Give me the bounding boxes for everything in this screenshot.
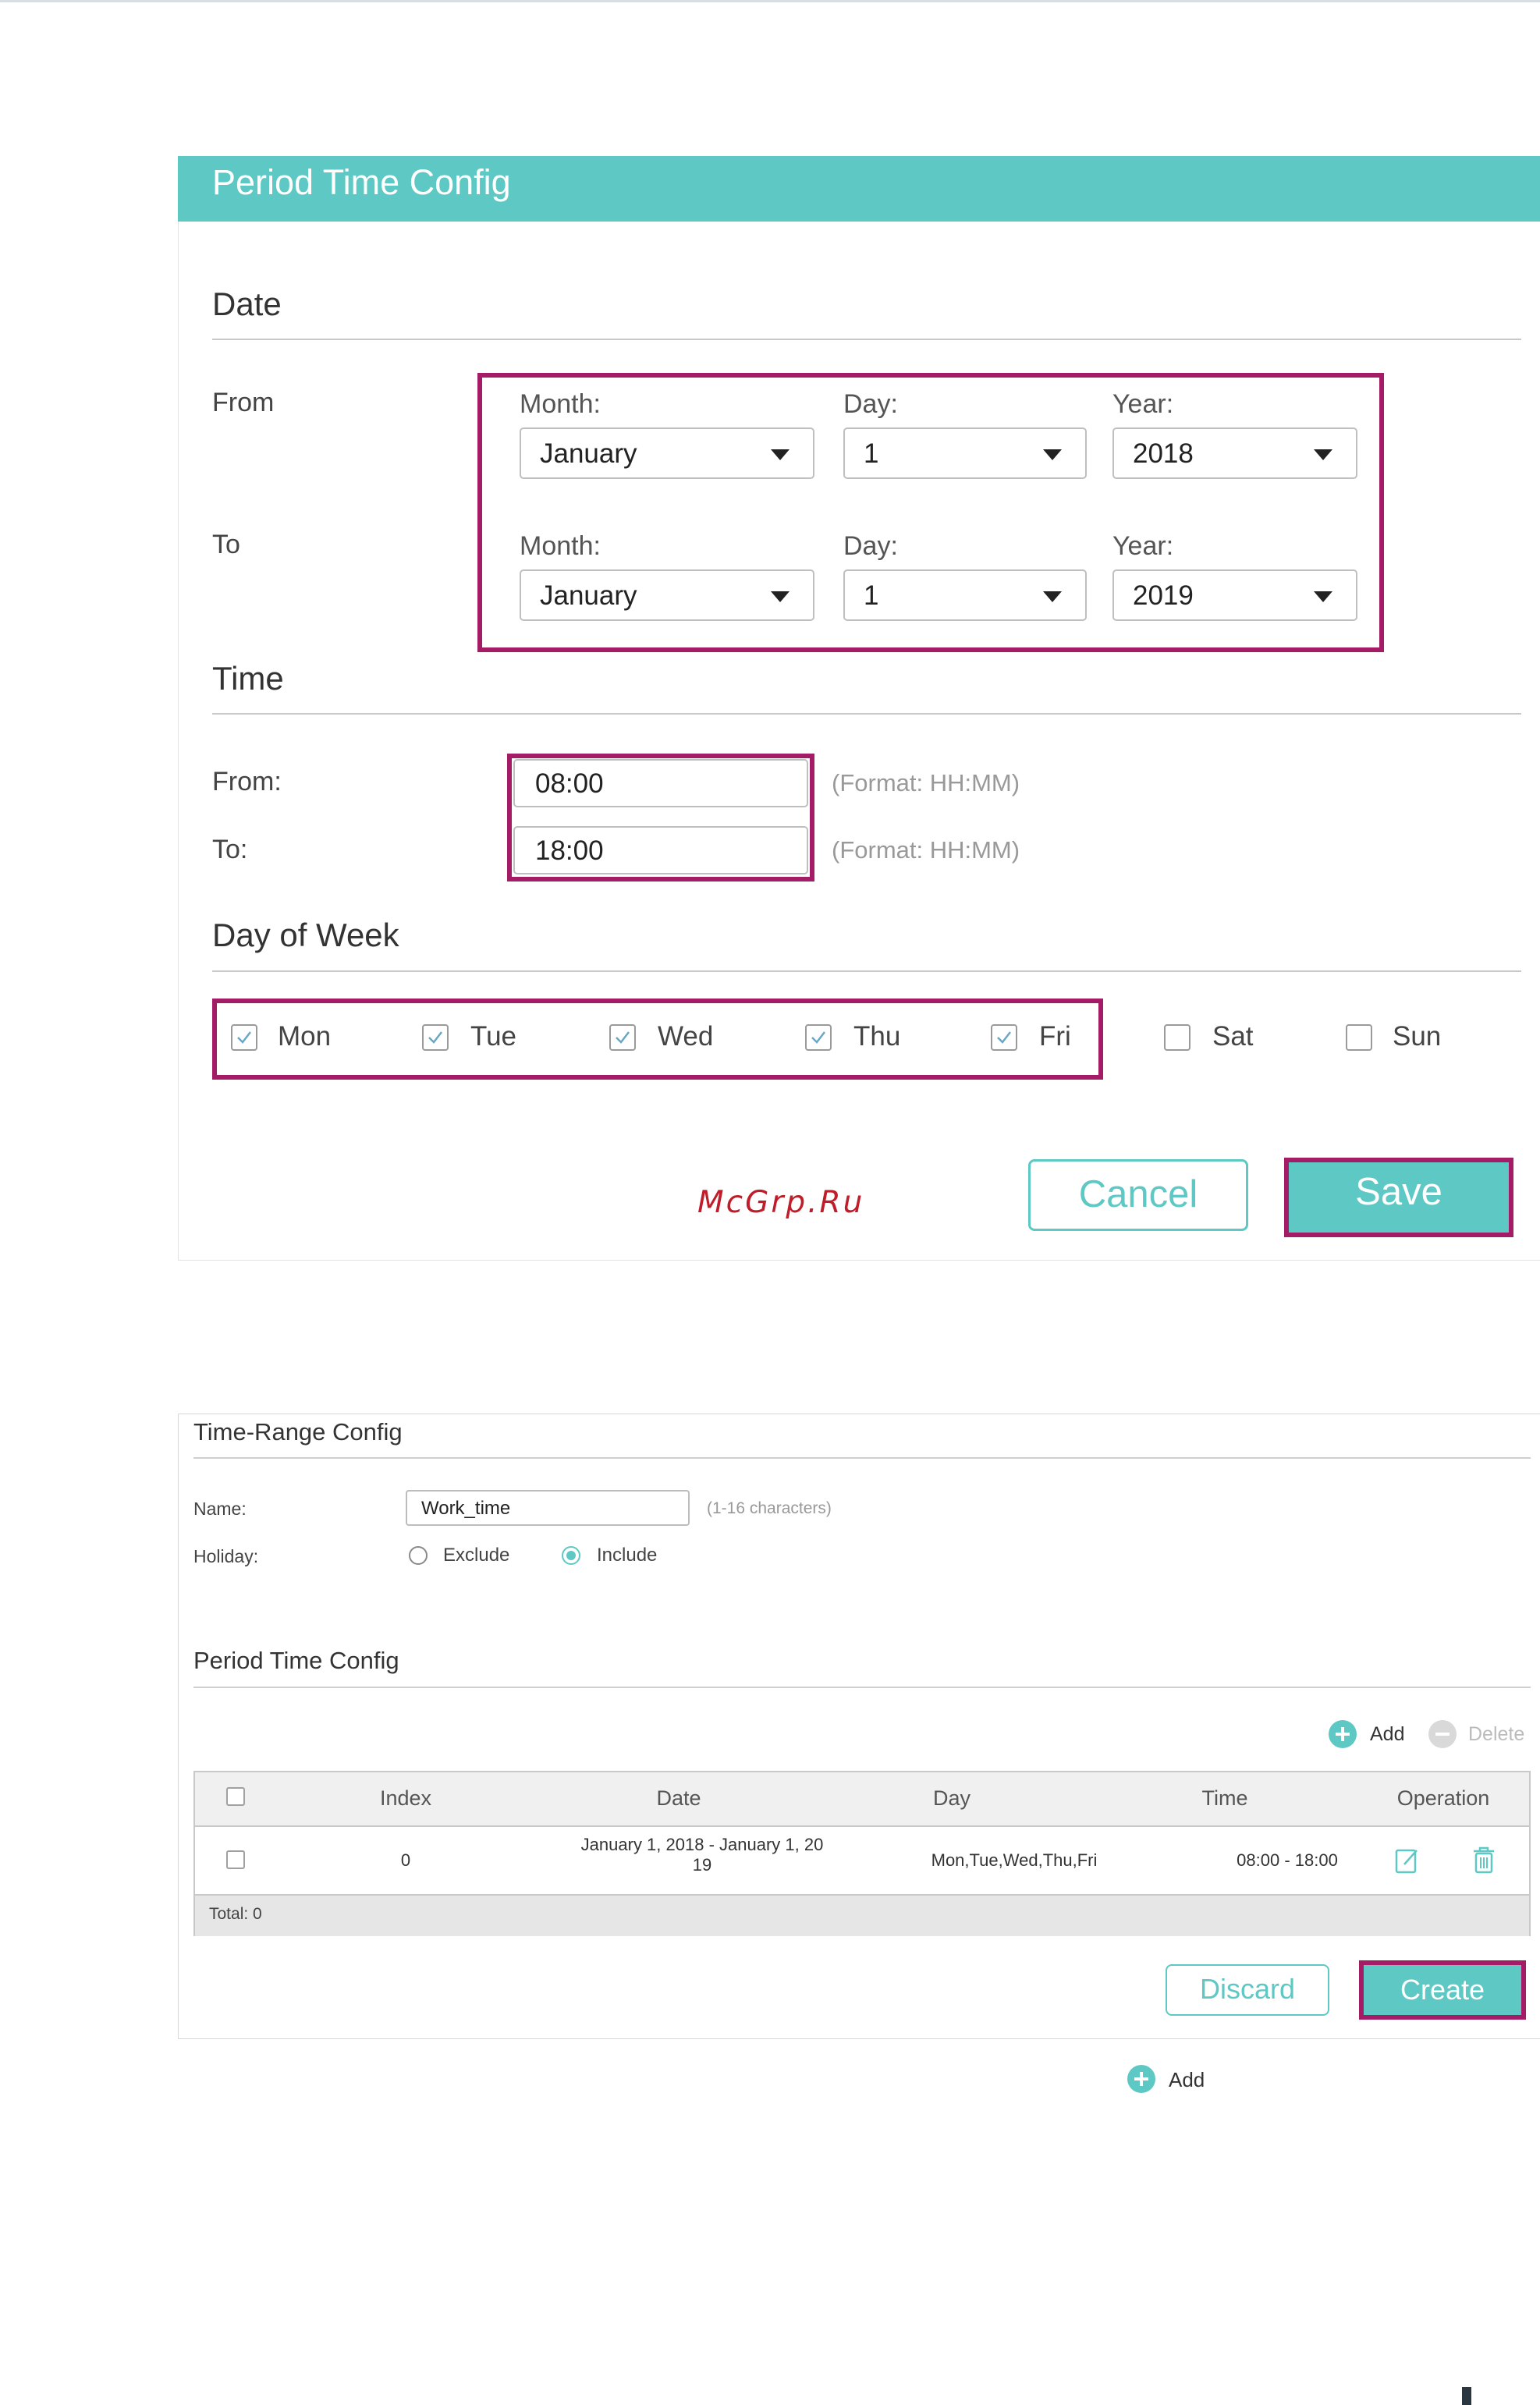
plus-circle-icon xyxy=(1127,2065,1155,2093)
row-day: Mon,Tue,Wed,Thu,Fri xyxy=(931,1850,1098,1870)
table-total: Total: 0 xyxy=(209,1905,262,1923)
holiday-label: Holiday: xyxy=(193,1546,259,1566)
delete-entry-button[interactable] xyxy=(1428,1719,1457,1749)
name-input[interactable]: Work_time xyxy=(406,1490,690,1526)
time-section-title: Time xyxy=(212,660,284,697)
dialog-title: Period Time Config xyxy=(212,162,511,202)
time-from-label: From: xyxy=(212,767,282,796)
period-time-config-title: Period Time Config xyxy=(193,1647,399,1674)
select-all-checkbox[interactable] xyxy=(226,1787,245,1806)
row-checkbox[interactable] xyxy=(226,1850,245,1869)
table-row: 0 January 1, 2018 - January 1, 20 19 Mon… xyxy=(195,1827,1529,1894)
date-from-label: From xyxy=(212,388,275,417)
row-date-line2: 19 xyxy=(692,1855,712,1875)
weekday-highlight-box xyxy=(212,999,1103,1080)
cancel-button[interactable]: Cancel xyxy=(1028,1159,1248,1231)
row-time: 08:00 - 18:00 xyxy=(1237,1850,1338,1870)
date-section-divider xyxy=(212,339,1521,340)
minus-circle-icon xyxy=(1428,1720,1457,1748)
watermark: McGrp.Ru xyxy=(697,1185,865,1220)
create-highlight-box xyxy=(1359,1960,1526,2020)
plus-circle-icon xyxy=(1329,1720,1357,1748)
checkbox-sat[interactable] xyxy=(1164,1024,1190,1051)
table-footer xyxy=(195,1894,1529,1936)
row-date-line1: January 1, 2018 - January 1, 20 xyxy=(580,1835,824,1854)
name-hint: (1-16 characters) xyxy=(707,1499,832,1517)
date-section-title: Date xyxy=(212,286,282,322)
time-to-label: To: xyxy=(212,835,248,864)
trash-icon[interactable] xyxy=(1470,1844,1498,1875)
edit-icon[interactable] xyxy=(1393,1846,1421,1875)
column-header-day: Day xyxy=(932,1786,970,1810)
date-highlight-box xyxy=(477,373,1384,652)
add-below-button[interactable] xyxy=(1127,2064,1156,2094)
day-of-week-title: Day of Week xyxy=(212,917,399,953)
holiday-include-radio[interactable] xyxy=(562,1546,580,1565)
holiday-include-label[interactable]: Include xyxy=(597,1544,657,1567)
column-header-index: Index xyxy=(379,1786,432,1810)
delete-entry-label[interactable]: Delete xyxy=(1468,1722,1524,1747)
add-entry-button[interactable] xyxy=(1328,1719,1357,1749)
page-corner-mark xyxy=(1462,2387,1471,2405)
add-below-label[interactable]: Add xyxy=(1169,2067,1205,2092)
day-label: Sat xyxy=(1212,1021,1254,1052)
checkbox-sun[interactable] xyxy=(1346,1024,1372,1051)
holiday-exclude-radio[interactable] xyxy=(409,1546,428,1565)
save-highlight-box xyxy=(1284,1158,1513,1237)
time-section-divider xyxy=(212,713,1521,715)
name-value: Work_time xyxy=(421,1498,511,1519)
period-time-config-dialog xyxy=(178,156,1540,1261)
time-to-format-hint: (Format: HH:MM) xyxy=(832,836,1020,864)
column-header-date: Date xyxy=(656,1786,701,1810)
row-index: 0 xyxy=(400,1850,411,1870)
period-time-config-divider xyxy=(193,1687,1531,1688)
time-range-divider xyxy=(193,1457,1531,1459)
holiday-exclude-label[interactable]: Exclude xyxy=(443,1544,509,1567)
top-border-line xyxy=(0,0,1540,2)
column-header-time: Time xyxy=(1201,1786,1248,1810)
day-of-week-divider xyxy=(212,970,1521,972)
time-range-title: Time-Range Config xyxy=(193,1418,403,1445)
name-label: Name: xyxy=(193,1499,247,1519)
time-highlight-box xyxy=(507,754,814,881)
add-entry-label[interactable]: Add xyxy=(1370,1722,1404,1747)
date-to-label: To xyxy=(212,530,240,559)
column-header-operation: Operation xyxy=(1396,1786,1490,1810)
day-label: Sun xyxy=(1393,1021,1442,1052)
time-from-format-hint: (Format: HH:MM) xyxy=(832,769,1020,796)
discard-button[interactable]: Discard xyxy=(1166,1964,1329,2016)
